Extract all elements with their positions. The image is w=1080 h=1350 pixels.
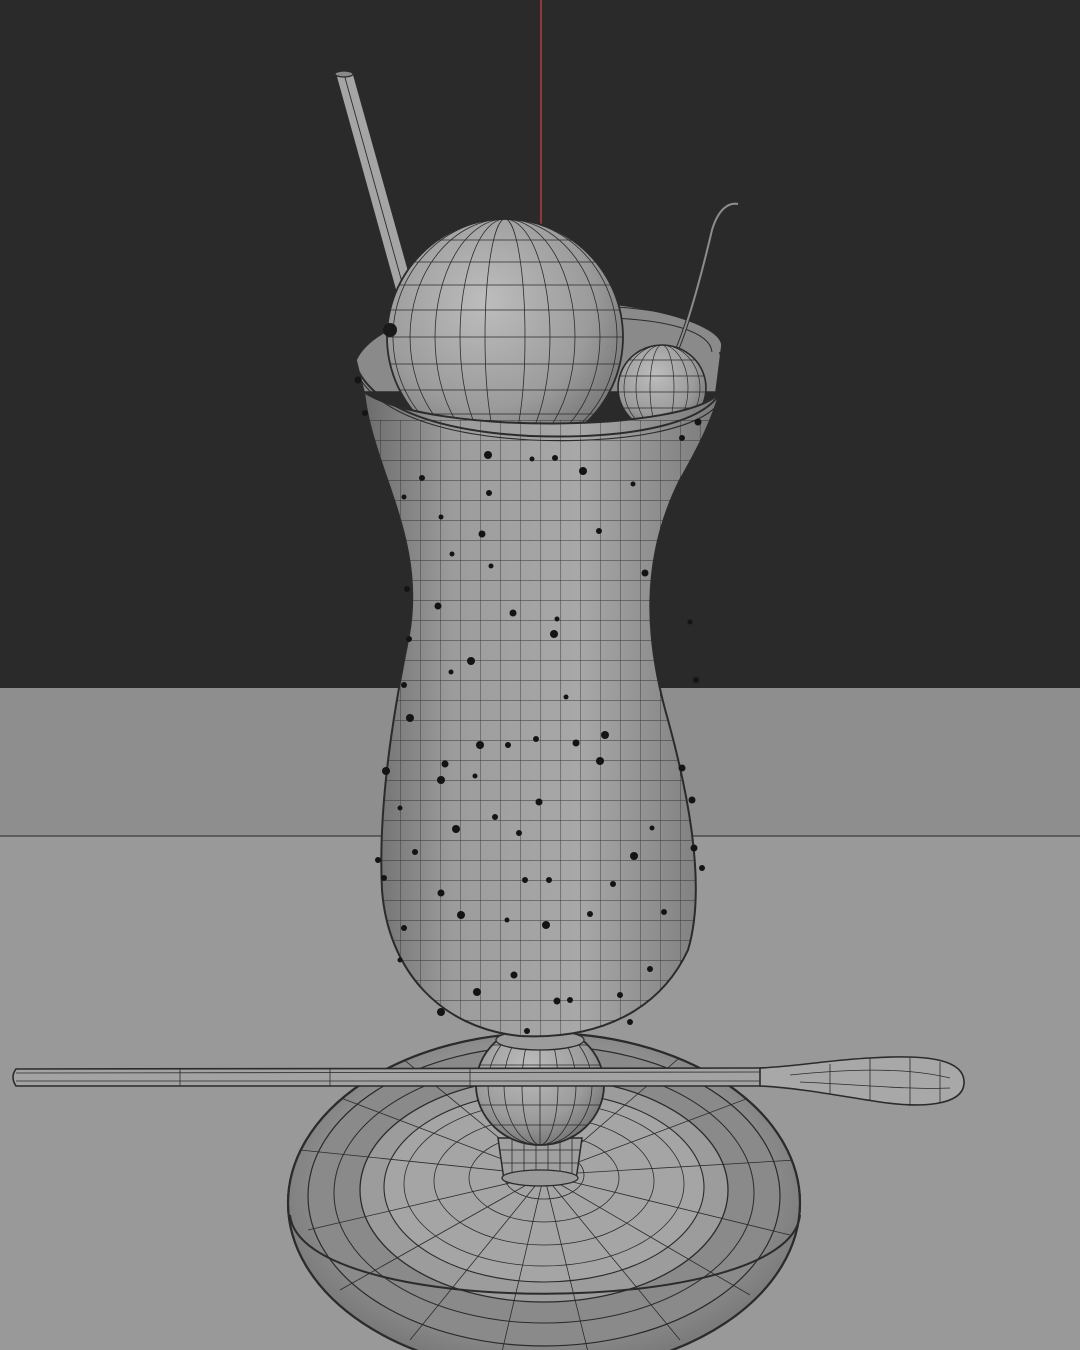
3d-viewport[interactable] — [0, 0, 1080, 1350]
scoop-pole — [383, 323, 397, 337]
